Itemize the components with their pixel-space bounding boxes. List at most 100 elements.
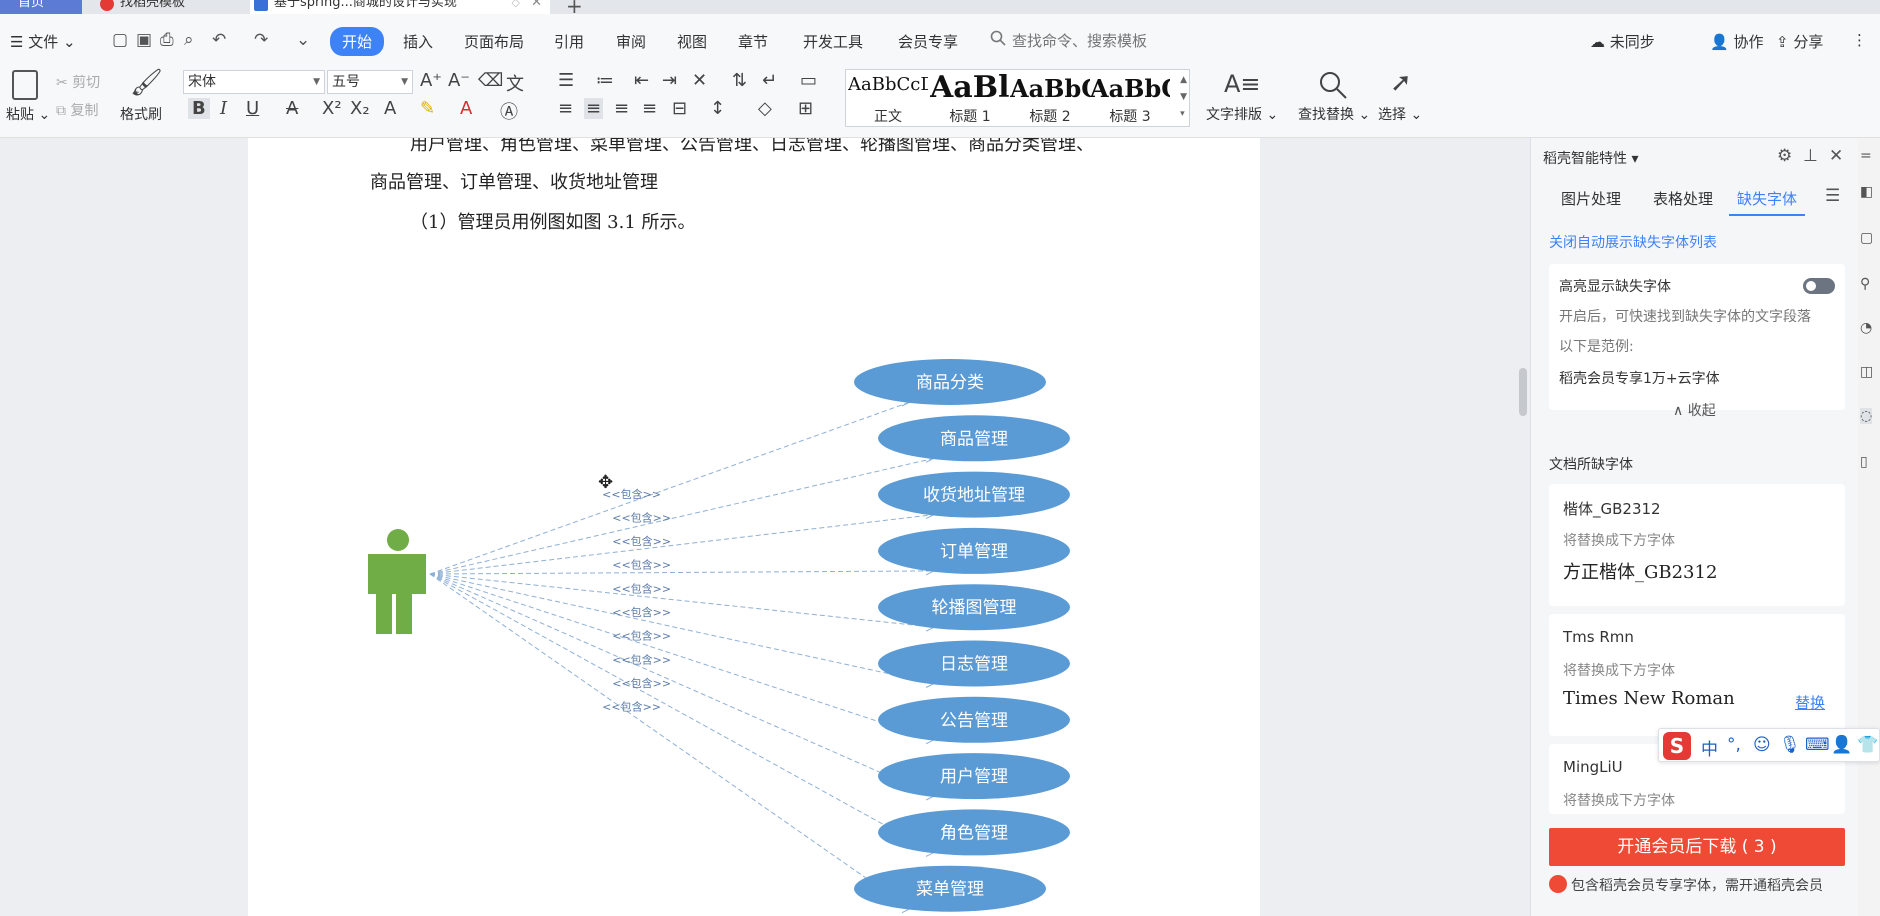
select-button[interactable]: 选择 ⌄ — [1378, 104, 1422, 124]
find-replace-button[interactable]: 查找替换 ⌄ — [1298, 104, 1370, 124]
menu-page-layout[interactable]: 页面布局 — [464, 31, 524, 52]
text-layout-button[interactable]: 文字排版 ⌄ — [1206, 104, 1278, 124]
font-name-select[interactable]: 宋体 ▼ — [183, 70, 325, 94]
format-painter-button[interactable]: 格式刷 — [120, 104, 162, 124]
table-ruler-icon[interactable]: ▭ — [800, 70, 817, 91]
font-size-select[interactable]: 五号 ▼ — [327, 70, 413, 94]
microphone-icon[interactable]: 🎙 — [1779, 735, 1801, 755]
bullet-list-icon[interactable]: ☰ — [558, 70, 574, 91]
style-preview-normal[interactable]: AaBbCcDd — [848, 74, 928, 100]
panel-tab-missing-fonts[interactable]: 缺失字体 — [1737, 188, 1797, 209]
strip-collapse-icon[interactable]: = — [1860, 148, 1872, 164]
document-scrollbar[interactable] — [1516, 138, 1530, 916]
tab-home[interactable]: 首页 — [0, 0, 82, 14]
command-search-input[interactable] — [990, 30, 1190, 52]
align-left-icon[interactable]: ≡ — [558, 98, 573, 119]
borders-icon[interactable]: ⊞ — [798, 98, 813, 119]
more-icon[interactable]: ⋮ — [1852, 31, 1867, 49]
menu-developer[interactable]: 开发工具 — [803, 31, 863, 52]
sort-icon[interactable]: ⇅ — [732, 70, 747, 91]
new-tab-icon[interactable]: + — [566, 0, 583, 14]
underline-icon[interactable]: U — [246, 98, 259, 119]
undo-icon[interactable]: ↶ — [212, 30, 226, 50]
strip-tool-icon[interactable]: ◌ — [1860, 408, 1873, 424]
style-gallery-scroll[interactable]: ▲ ▼ ▾ — [1180, 72, 1187, 123]
menu-view[interactable]: 视图 — [677, 31, 707, 52]
tab-document[interactable]: 基于spring...商城的设计与实现 ◇ ✕ — [250, 0, 550, 14]
redo-icon[interactable]: ↷ — [254, 30, 268, 50]
shading-icon[interactable]: ◇ — [758, 98, 772, 119]
style-label-h2[interactable]: 标题 2 — [1010, 106, 1090, 126]
justify-icon[interactable]: ≡ — [642, 98, 657, 119]
strip-tool-icon[interactable]: ▢ — [1860, 230, 1873, 246]
close-tab-icon[interactable]: ✕ — [531, 0, 542, 12]
use-case-diagram[interactable]: <<包含>> 商品分类 <<包含>> 商品管理 <<包含>> 收货地址管理 <<包含>> 订单… — [248, 138, 1260, 916]
ime-punctuation-toggle[interactable]: °, — [1727, 735, 1741, 755]
panel-title[interactable]: 稻壳智能特性 ▾ — [1543, 148, 1638, 168]
skin-icon[interactable]: 👕 — [1857, 735, 1878, 755]
print-preview-icon[interactable]: ⌕ — [184, 30, 194, 50]
keyboard-icon[interactable]: ⌨ — [1805, 735, 1830, 755]
panel-tab-table[interactable]: 表格处理 — [1653, 188, 1713, 209]
show-marks-icon[interactable]: ↵ — [762, 70, 777, 91]
menu-references[interactable]: 引用 — [554, 31, 584, 52]
align-right-icon[interactable]: ≡ — [614, 98, 629, 119]
scrollbar-thumb[interactable] — [1519, 368, 1527, 416]
highlight-icon[interactable]: ✎ — [420, 98, 435, 119]
subscript-icon[interactable]: X₂ — [350, 98, 370, 119]
tab-template[interactable]: 找稻壳模板 — [96, 0, 238, 14]
style-preview-h1[interactable]: AaBl — [930, 70, 1010, 102]
char-border-icon[interactable]: Ⓐ — [500, 98, 518, 124]
share-button[interactable]: ⇪ 分享 — [1776, 31, 1823, 52]
highlight-toggle[interactable] — [1803, 278, 1835, 294]
menu-chapter[interactable]: 章节 — [738, 31, 768, 52]
style-preview-h2[interactable]: AaBbC — [1010, 74, 1090, 100]
sync-status-button[interactable]: ☁ 未同步 — [1590, 31, 1655, 52]
shrink-font-icon[interactable]: A⁻ — [448, 70, 470, 91]
save-as-icon[interactable]: ▣ — [136, 30, 152, 50]
document-page[interactable]: 用户管理、角色管理、菜单管理、公告管理、日志管理、轮播图管理、商品分类管理、 商… — [248, 138, 1260, 916]
superscript-icon[interactable]: X² — [322, 98, 342, 119]
emoji-icon[interactable]: ☺ — [1753, 735, 1771, 755]
ime-mode-toggle[interactable]: 中 — [1701, 735, 1718, 760]
customize-icon[interactable]: ⌄ — [296, 30, 310, 50]
phonetic-icon[interactable]: 文 — [506, 70, 524, 96]
clear-format-icon[interactable]: ⌫ — [478, 70, 503, 91]
paste-icon[interactable] — [12, 70, 38, 100]
file-menu[interactable]: ☰ 文件 ⌄ — [10, 31, 76, 52]
format-painter-icon[interactable]: 🖌 — [130, 68, 163, 98]
grow-font-icon[interactable]: A⁺ — [420, 70, 442, 91]
text-effect-icon[interactable]: A — [384, 98, 396, 119]
strip-tool-icon[interactable]: ◫ — [1860, 364, 1873, 380]
menu-icon[interactable]: ☰ — [1825, 186, 1840, 206]
menu-review[interactable]: 审阅 — [616, 31, 646, 52]
strikethrough-icon[interactable]: A — [286, 98, 298, 119]
increase-indent-icon[interactable]: ⇥ — [662, 70, 677, 91]
strip-tool-icon[interactable]: ◔ — [1860, 320, 1872, 336]
font-card[interactable]: 楷体_GB2312 将替换成下方字体 方正楷体_GB2312 — [1549, 484, 1845, 606]
font-color-icon[interactable]: A — [460, 98, 472, 119]
font-card[interactable]: Tms Rmn 将替换成下方字体 Times New Roman 替换 — [1549, 614, 1845, 736]
strip-tool-icon[interactable]: ⚲ — [1860, 276, 1870, 292]
distribute-icon[interactable]: ⊟ — [672, 98, 687, 119]
paste-button[interactable]: 粘贴 ⌄ — [6, 104, 50, 124]
select-cursor-icon[interactable]: ➚ — [1390, 68, 1412, 98]
italic-icon[interactable]: I — [220, 98, 227, 119]
decrease-indent-icon[interactable]: ⇤ — [634, 70, 649, 91]
style-label-normal[interactable]: 正文 — [848, 106, 928, 126]
style-label-h3[interactable]: 标题 3 — [1090, 106, 1170, 126]
replace-font-link[interactable]: 替换 — [1795, 692, 1825, 713]
collapse-button[interactable]: ∧ 收起 — [1673, 400, 1716, 420]
gear-icon[interactable]: ⚙ — [1777, 146, 1792, 166]
pin-icon[interactable]: ◇ — [512, 0, 520, 12]
menu-start[interactable]: 开始 — [330, 27, 385, 56]
style-preview-h3[interactable]: AaBbC — [1090, 74, 1170, 100]
sogou-logo-icon[interactable]: S — [1663, 732, 1691, 760]
cut-button[interactable]: ✂ 剪切 — [56, 72, 100, 92]
collaborate-button[interactable]: 👤 协作 — [1710, 31, 1763, 52]
chinese-layout-icon[interactable]: ✕ — [692, 70, 707, 91]
menu-insert[interactable]: 插入 — [403, 31, 433, 52]
close-icon[interactable]: ✕ — [1829, 146, 1843, 166]
save-icon[interactable]: ▢ — [112, 30, 128, 50]
line-spacing-icon[interactable]: ↕ — [710, 98, 725, 119]
